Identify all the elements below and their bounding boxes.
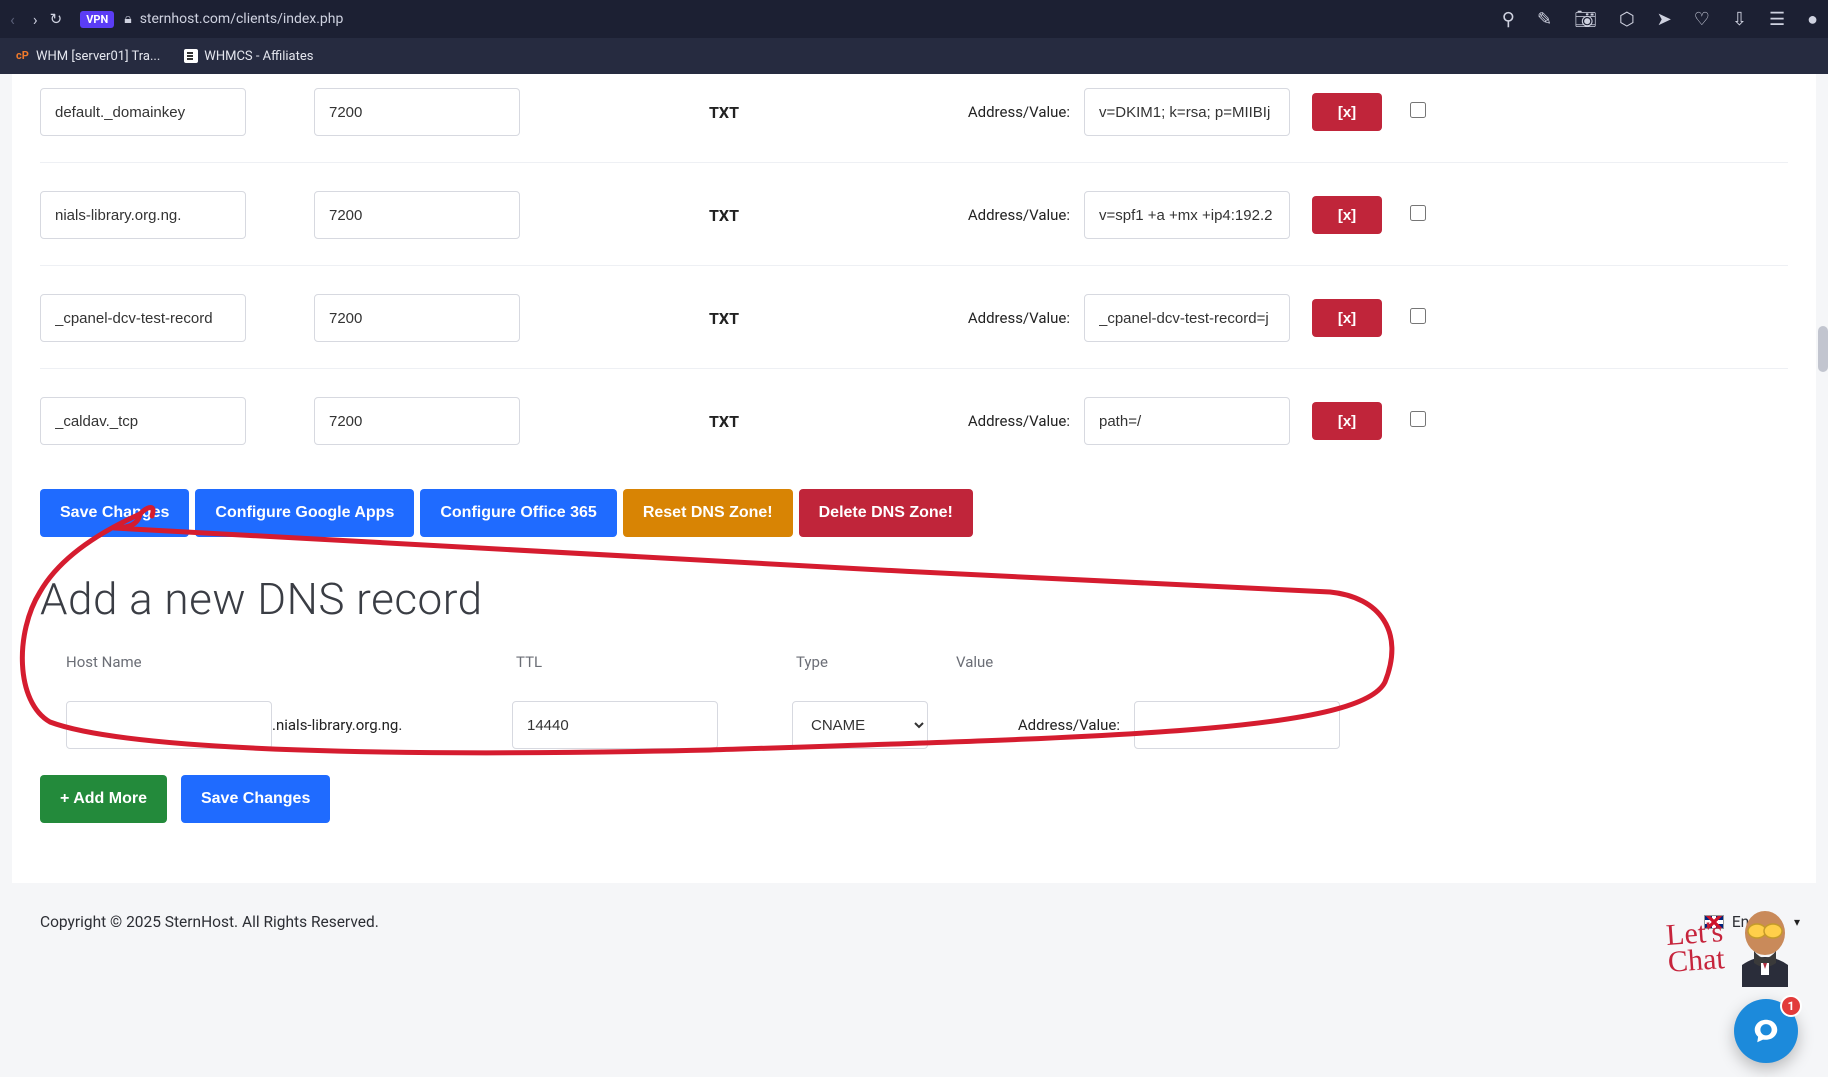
- save-changes-button[interactable]: Save Changes: [40, 489, 189, 537]
- lock-icon: 🔒︎: [124, 11, 131, 27]
- hdr-type: Type: [796, 653, 956, 671]
- content-panel: TXT Address/Value: [x] TXT Address/Value…: [12, 74, 1816, 883]
- tab-strip: cP WHM [server01] Tra... WHMCS - Affilia…: [0, 38, 1828, 74]
- dns-delete-button[interactable]: [x]: [1312, 93, 1382, 131]
- dns-row: TXT Address/Value: [x]: [40, 369, 1788, 471]
- configure-o365-button[interactable]: Configure Office 365: [420, 489, 616, 537]
- dns-ttl-input[interactable]: [314, 397, 520, 445]
- dns-value-label: Address/Value:: [854, 206, 1084, 224]
- tab-whm[interactable]: cP WHM [server01] Tra...: [6, 45, 170, 68]
- search-icon[interactable]: ⚲: [1502, 9, 1515, 30]
- send-icon[interactable]: ➤: [1657, 9, 1672, 30]
- dns-type: TXT: [594, 206, 854, 225]
- dns-value-label: Address/Value:: [854, 412, 1084, 430]
- edit-icon[interactable]: ✎: [1537, 9, 1552, 30]
- url-text[interactable]: sternhost.com/clients/index.php: [140, 11, 1502, 27]
- delete-dns-button[interactable]: Delete DNS Zone!: [799, 489, 973, 537]
- add-value-label: Address/Value:: [928, 716, 1134, 734]
- add-host-input[interactable]: [66, 701, 272, 749]
- chat-launcher-button[interactable]: 1: [1734, 999, 1798, 1063]
- scrollbar-thumb[interactable]: [1818, 326, 1828, 372]
- add-actions: + Add More Save Changes: [40, 767, 1788, 853]
- camera-icon[interactable]: 📷︎: [1574, 9, 1597, 30]
- footer: Copyright © 2025 SternHost. All Rights R…: [0, 883, 1828, 941]
- dns-value-label: Address/Value:: [854, 103, 1084, 121]
- dns-value-label: Address/Value:: [854, 309, 1084, 327]
- language-selector[interactable]: English: [1704, 913, 1800, 931]
- add-record-title: Add a new DNS record: [40, 573, 1788, 625]
- nav-forward-icon[interactable]: ›: [33, 10, 38, 29]
- dns-host-input[interactable]: [40, 191, 246, 239]
- dns-delete-button[interactable]: [x]: [1312, 402, 1382, 440]
- list-icon[interactable]: ☰: [1769, 9, 1785, 30]
- dns-row-checkbox[interactable]: [1410, 102, 1426, 118]
- dns-actions: Save Changes Configure Google Apps Confi…: [40, 471, 1788, 547]
- uk-flag-icon: [1704, 915, 1724, 929]
- profile-icon[interactable]: ●: [1807, 9, 1818, 30]
- dns-row: TXT Address/Value: [x]: [40, 163, 1788, 266]
- add-type-select[interactable]: CNAME: [792, 701, 928, 749]
- language-label: English: [1732, 913, 1782, 931]
- chat-badge: 1: [1780, 995, 1802, 1017]
- dns-value-input[interactable]: [1084, 294, 1290, 342]
- hdr-ttl: TTL: [516, 653, 796, 671]
- tab-whmcs[interactable]: WHMCS - Affiliates: [174, 45, 323, 68]
- nav-back-icon[interactable]: ‹: [10, 10, 15, 29]
- dns-type: TXT: [594, 309, 854, 328]
- dns-ttl-input[interactable]: [314, 88, 520, 136]
- dns-row-checkbox[interactable]: [1410, 205, 1426, 221]
- download-icon[interactable]: ⇩: [1732, 9, 1747, 30]
- dns-host-input[interactable]: [40, 294, 246, 342]
- dns-row: TXT Address/Value: [x]: [40, 74, 1788, 163]
- dns-value-input[interactable]: [1084, 88, 1290, 136]
- heart-icon[interactable]: ♡: [1694, 9, 1710, 30]
- dns-ttl-input[interactable]: [314, 191, 520, 239]
- hdr-host: Host Name: [66, 653, 516, 671]
- dns-delete-button[interactable]: [x]: [1312, 299, 1382, 337]
- chat-bubble-icon: [1751, 1016, 1781, 1046]
- nav-arrows: ‹ ›: [10, 10, 38, 29]
- add-host-suffix: .nials-library.org.ng.: [272, 716, 512, 734]
- add-headers: Host Name TTL Type Value: [40, 643, 1788, 677]
- dns-row-checkbox[interactable]: [1410, 411, 1426, 427]
- copyright-text: Copyright © 2025 SternHost. All Rights R…: [40, 913, 379, 931]
- dns-row-checkbox[interactable]: [1410, 308, 1426, 324]
- doc-favicon-icon: [184, 49, 198, 63]
- hdr-value: Value: [956, 653, 1156, 671]
- dns-type: TXT: [594, 103, 854, 122]
- browser-toolbar-icons: ⚲ ✎ 📷︎ ⬡ ➤ ♡ ⇩ ☰ ●: [1502, 9, 1818, 30]
- dns-host-input[interactable]: [40, 88, 246, 136]
- configure-google-button[interactable]: Configure Google Apps: [195, 489, 414, 537]
- dns-value-input[interactable]: [1084, 191, 1290, 239]
- dns-delete-button[interactable]: [x]: [1312, 196, 1382, 234]
- tab-label: WHMCS - Affiliates: [204, 49, 313, 64]
- add-more-button[interactable]: + Add More: [40, 775, 167, 823]
- dns-value-input[interactable]: [1084, 397, 1290, 445]
- add-value-input[interactable]: [1134, 701, 1340, 749]
- shield-icon[interactable]: ⬡: [1619, 9, 1635, 30]
- browser-chrome: ‹ › ↻ VPN 🔒︎ sternhost.com/clients/index…: [0, 0, 1828, 38]
- whm-favicon-icon: cP: [16, 49, 30, 63]
- dns-host-input[interactable]: [40, 397, 246, 445]
- reset-dns-button[interactable]: Reset DNS Zone!: [623, 489, 793, 537]
- tab-label: WHM [server01] Tra...: [36, 49, 160, 64]
- dns-type: TXT: [594, 412, 854, 431]
- page: TXT Address/Value: [x] TXT Address/Value…: [0, 74, 1828, 1077]
- save-changes-button[interactable]: Save Changes: [181, 775, 330, 823]
- dns-ttl-input[interactable]: [314, 294, 520, 342]
- vpn-badge[interactable]: VPN: [80, 11, 114, 28]
- dns-row: TXT Address/Value: [x]: [40, 266, 1788, 369]
- add-ttl-input[interactable]: [512, 701, 718, 749]
- add-record-row: .nials-library.org.ng. CNAME Address/Val…: [40, 677, 1788, 767]
- reload-icon[interactable]: ↻: [50, 10, 63, 28]
